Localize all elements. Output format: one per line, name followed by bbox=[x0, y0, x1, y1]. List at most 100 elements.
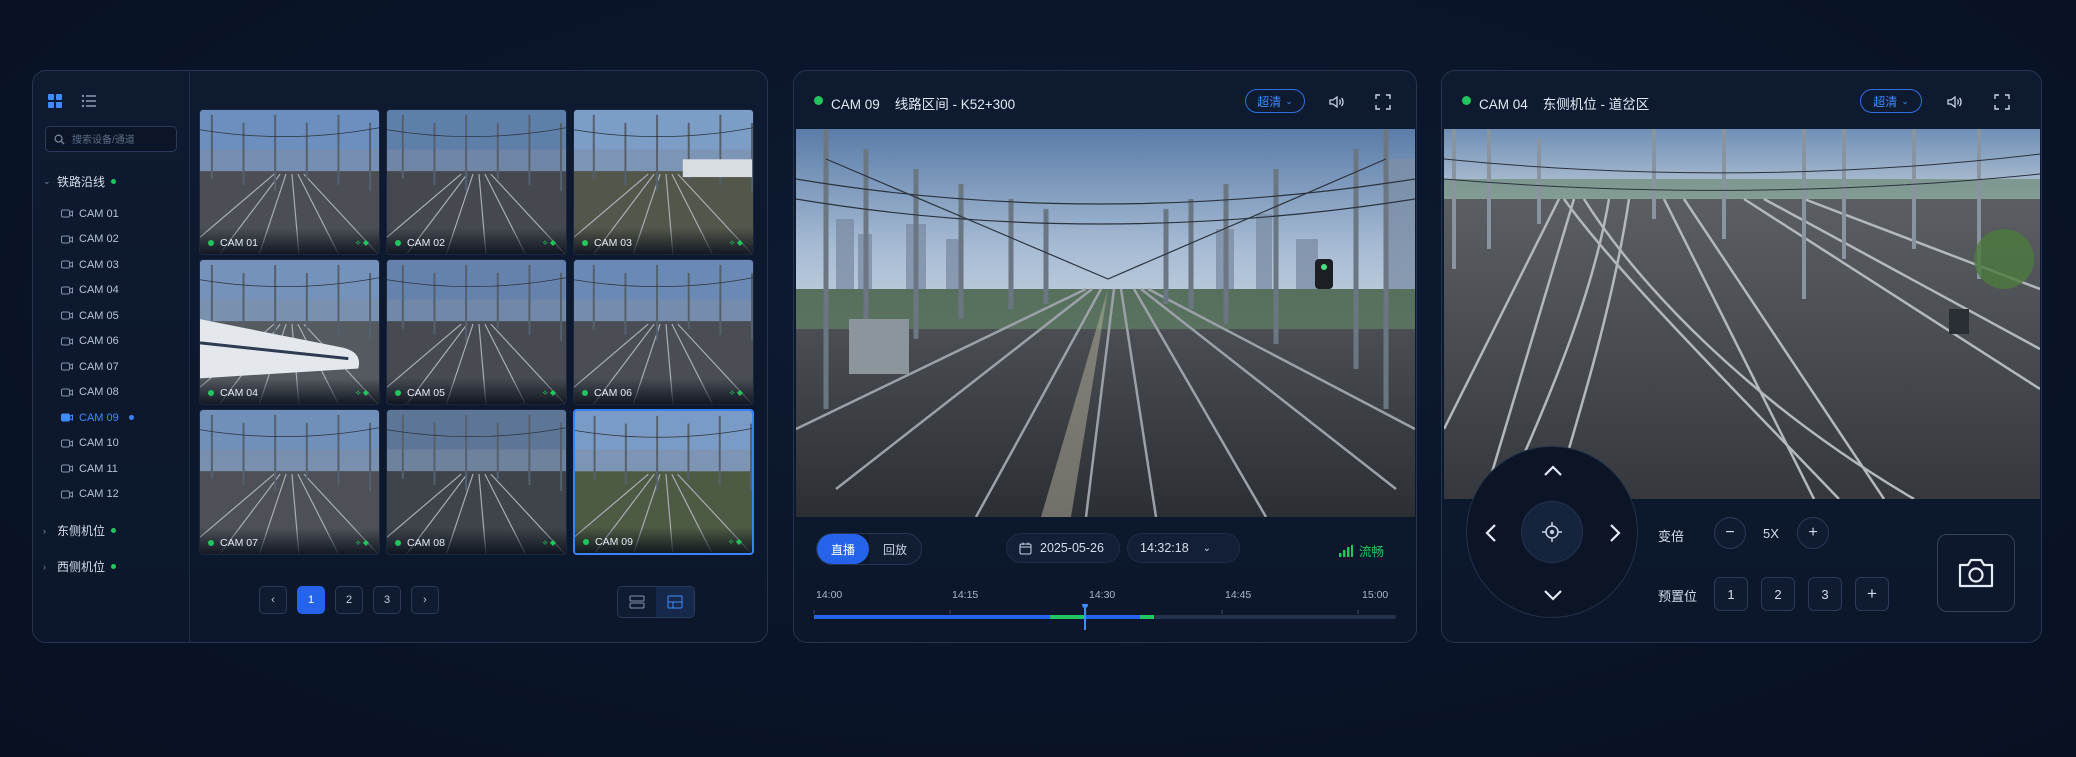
camera-list-item[interactable]: CAM 10 bbox=[61, 431, 134, 457]
group-label: 铁路沿线 bbox=[57, 175, 106, 189]
main-player-panel: CAM 09 线路区间 - K52+300 超清 ⌄ 直播 回放 2025-05… bbox=[793, 70, 1417, 643]
video-camera-icon bbox=[61, 286, 73, 295]
chevron-right-icon: › bbox=[43, 561, 46, 572]
list-view-icon[interactable] bbox=[81, 93, 97, 109]
quality-select[interactable]: 超清 ⌄ bbox=[1860, 89, 1922, 113]
camera-tile[interactable]: CAM 03 ⟡◆ bbox=[573, 109, 754, 255]
preset-button[interactable]: 3 bbox=[1808, 577, 1842, 611]
tile-camera-label: CAM 03 bbox=[594, 237, 632, 249]
zoom-label: 变倍 bbox=[1658, 529, 1685, 544]
zoom-out-button[interactable]: − bbox=[1714, 517, 1746, 549]
online-dot bbox=[814, 96, 823, 105]
playback-button[interactable]: 回放 bbox=[869, 534, 922, 564]
volume-icon[interactable] bbox=[1945, 93, 1963, 111]
camera-tile[interactable]: CAM 04 ⟡◆ bbox=[199, 259, 380, 405]
tile-caption: CAM 06 ⟡◆ bbox=[574, 378, 753, 404]
preset-button[interactable]: 2 bbox=[1761, 577, 1795, 611]
camera-tile[interactable]: CAM 07 ⟡◆ bbox=[199, 409, 380, 555]
camera-list-item[interactable]: CAM 08 bbox=[61, 380, 134, 406]
ptz-center-button[interactable] bbox=[1521, 501, 1583, 563]
tile-caption: CAM 07 ⟡◆ bbox=[200, 528, 379, 554]
player-title: CAM 09 线路区间 - K52+300 bbox=[831, 97, 1016, 112]
camera-list-item[interactable]: CAM 11 bbox=[61, 456, 134, 482]
camera-list: CAM 01 CAM 02 CAM 03 CAM 04 CAM 05 CAM 06 CAM … bbox=[61, 201, 134, 507]
camera-label: CAM 11 bbox=[79, 462, 118, 475]
video-camera-icon bbox=[61, 337, 73, 346]
ptz-right-button[interactable] bbox=[1603, 521, 1627, 545]
camera-tile[interactable]: CAM 02 ⟡◆ bbox=[386, 109, 567, 255]
online-dot bbox=[208, 240, 214, 246]
camera-tile[interactable]: CAM 01 ⟡◆ bbox=[199, 109, 380, 255]
fullscreen-icon[interactable] bbox=[1993, 93, 2011, 111]
ptz-down-button[interactable] bbox=[1541, 583, 1565, 607]
layout-switch bbox=[617, 586, 695, 618]
grid-view-icon[interactable] bbox=[47, 93, 63, 109]
video-camera-icon bbox=[61, 464, 73, 473]
stream-status: 流畅 bbox=[1339, 541, 1384, 560]
camera-tile[interactable]: CAM 05 ⟡◆ bbox=[386, 259, 567, 405]
camera-list-item[interactable]: CAM 12 bbox=[61, 482, 134, 508]
device-sidebar: ⌄ 铁路沿线 CAM 01CAM 02CAM 03CAM 04CAM 05CAM… bbox=[33, 71, 190, 642]
group-railway[interactable]: ⌄ 铁路沿线 bbox=[43, 173, 117, 190]
view-toggle bbox=[47, 93, 97, 109]
quality-label: 超清 bbox=[1257, 94, 1282, 109]
date-picker[interactable]: 2025-05-26 bbox=[1006, 533, 1120, 563]
next-page-button[interactable]: › bbox=[411, 586, 439, 614]
page-button[interactable]: 1 bbox=[297, 586, 325, 614]
live-button[interactable]: 直播 bbox=[817, 534, 870, 564]
chevron-left-icon: ‹ bbox=[271, 594, 275, 606]
camera-list-item[interactable]: CAM 06 bbox=[61, 329, 134, 355]
zoom-value: 5X bbox=[1763, 526, 1779, 541]
camera-list-item[interactable]: CAM 01 bbox=[61, 201, 134, 227]
camera-label: CAM 06 bbox=[79, 335, 119, 348]
group-west[interactable]: › 西侧机位 bbox=[43, 558, 117, 575]
fullscreen-icon[interactable] bbox=[1374, 93, 1392, 111]
camera-list-item[interactable]: CAM 02 bbox=[61, 227, 134, 253]
add-preset-button[interactable]: + bbox=[1855, 577, 1889, 611]
main-video-feed[interactable] bbox=[796, 129, 1415, 517]
camera-list-item[interactable]: CAM 04 bbox=[61, 278, 134, 304]
calendar-icon bbox=[1019, 542, 1032, 554]
camera-label: CAM 12 bbox=[79, 488, 119, 501]
ptz-left-button[interactable] bbox=[1479, 521, 1503, 545]
camera-list-item[interactable]: CAM 09 bbox=[61, 405, 134, 431]
camera-tile[interactable]: CAM 08 ⟡◆ bbox=[386, 409, 567, 555]
tile-camera-label: CAM 09 bbox=[595, 536, 633, 548]
online-dot bbox=[395, 240, 401, 246]
player-title: CAM 04 东侧机位 - 道岔区 bbox=[1479, 97, 1650, 112]
online-dot bbox=[111, 564, 117, 569]
status-label: 流畅 bbox=[1359, 545, 1385, 559]
volume-icon[interactable] bbox=[1327, 93, 1345, 111]
time-picker[interactable]: 14:32:18 ⌄ bbox=[1127, 533, 1240, 563]
camera-list-item[interactable]: CAM 05 bbox=[61, 303, 134, 329]
zoom-in-button[interactable]: + bbox=[1797, 517, 1829, 549]
search-input[interactable] bbox=[70, 130, 174, 150]
camera-list-item[interactable]: CAM 07 bbox=[61, 354, 134, 380]
online-dot bbox=[111, 179, 117, 184]
ptz-up-button[interactable] bbox=[1541, 459, 1565, 483]
preset-button[interactable]: 1 bbox=[1714, 577, 1748, 611]
layout-single-button[interactable] bbox=[618, 587, 656, 617]
online-dot bbox=[395, 390, 401, 396]
ptz-video-feed[interactable] bbox=[1444, 129, 2040, 499]
timeline-label: 14:30 bbox=[1089, 589, 1116, 601]
camera-list-item[interactable]: CAM 03 bbox=[61, 252, 134, 278]
date-value: 2025-05-26 bbox=[1040, 541, 1104, 555]
page-button[interactable]: 3 bbox=[373, 586, 401, 614]
quality-select[interactable]: 超清 ⌄ bbox=[1245, 89, 1305, 113]
tile-camera-label: CAM 04 bbox=[220, 387, 258, 399]
video-camera-icon bbox=[61, 209, 73, 218]
signal-icon: ⟡◆ bbox=[729, 388, 745, 397]
tile-caption: CAM 03 ⟡◆ bbox=[574, 228, 753, 254]
group-east[interactable]: › 东侧机位 bbox=[43, 522, 117, 539]
online-dot bbox=[111, 528, 117, 533]
camera-tile[interactable]: CAM 09 ⟡◆ bbox=[573, 409, 754, 555]
layout-grid-button[interactable] bbox=[656, 587, 694, 617]
prev-page-button[interactable]: ‹ bbox=[259, 586, 287, 614]
playback-timeline[interactable] bbox=[812, 604, 1402, 630]
tile-camera-label: CAM 08 bbox=[407, 537, 445, 549]
ptz-control-wheel bbox=[1466, 446, 1638, 618]
page-button[interactable]: 2 bbox=[335, 586, 363, 614]
snapshot-button[interactable] bbox=[1937, 534, 2015, 612]
camera-tile[interactable]: CAM 06 ⟡◆ bbox=[573, 259, 754, 405]
